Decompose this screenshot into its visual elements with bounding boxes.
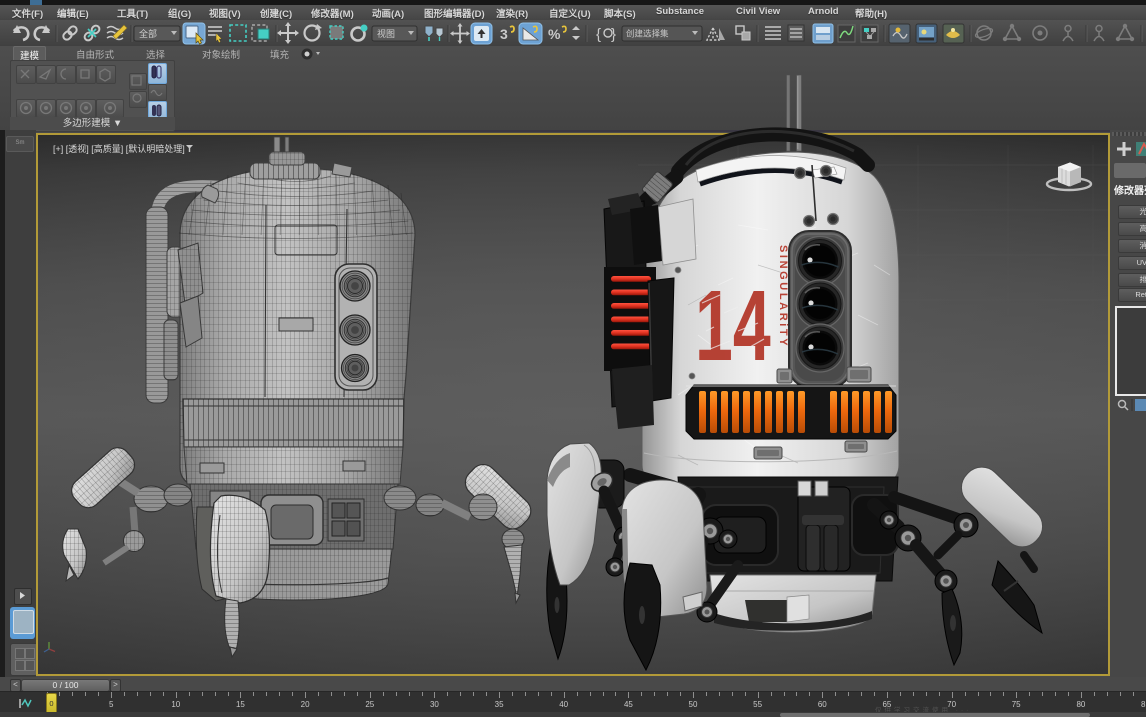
svg-text:视图: 视图 [377,28,395,39]
svg-text:14: 14 [695,271,771,382]
svg-text:[+] [透视] [高质量] [默认明暗处理]: [+] [透视] [高质量] [默认明暗处理] [53,143,185,154]
svg-text:%: % [548,26,561,42]
svg-text:3: 3 [500,26,508,42]
svg-text:}: } [611,26,616,43]
svg-text:创建选择集: 创建选择集 [626,29,669,39]
svg-text:全部: 全部 [139,28,157,39]
svg-text:SINGULARiTY: SINGULARiTY [777,245,789,348]
svg-text:{: { [596,26,601,43]
